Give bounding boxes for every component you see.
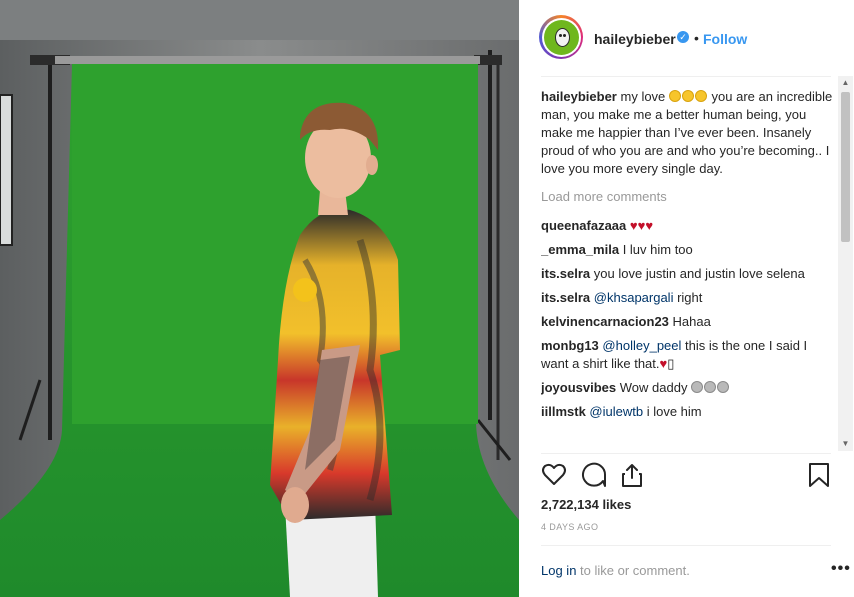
smiling-face-icon bbox=[668, 90, 681, 102]
comments-scrollbar[interactable]: ▲ ▼ bbox=[838, 76, 853, 451]
comment-item: monbg13 @holley_peel this is the one I s… bbox=[541, 337, 836, 373]
bookmark-icon[interactable] bbox=[807, 462, 831, 488]
smiling-face-icon bbox=[681, 90, 694, 102]
post-timestamp[interactable]: 4 DAYS AGO bbox=[541, 522, 598, 532]
comment-text: right bbox=[677, 290, 703, 305]
avatar-frame bbox=[541, 17, 581, 57]
cat-face-icon bbox=[704, 381, 717, 393]
comment-text: i love him bbox=[646, 404, 702, 419]
footer-divider bbox=[541, 545, 831, 546]
scroll-up-arrow-icon[interactable]: ▲ bbox=[838, 76, 853, 90]
likes-count[interactable]: 2,722,134 likes bbox=[541, 497, 631, 512]
comment-item: its.selra @khsapargali right bbox=[541, 289, 836, 307]
comment-item: iillmstk @iulewtb i love him bbox=[541, 403, 836, 421]
comment-username[interactable]: monbg13 bbox=[541, 338, 599, 353]
avatar-eye bbox=[558, 33, 562, 37]
caption: haileybieber my love you are an incredib… bbox=[541, 88, 836, 178]
cat-face-icon bbox=[717, 381, 730, 393]
comment-mention-link[interactable]: @holley_peel bbox=[602, 338, 681, 353]
post-photo[interactable] bbox=[0, 0, 519, 597]
comment-username[interactable]: kelvinencarnacion23 bbox=[541, 314, 669, 329]
share-icon[interactable] bbox=[619, 462, 645, 488]
comment-username[interactable]: queenafazaaa bbox=[541, 218, 626, 233]
scroll-down-arrow-icon[interactable]: ▼ bbox=[838, 437, 853, 451]
comment-text: you love justin and justin love selena bbox=[593, 266, 805, 281]
comment-item: kelvinencarnacion23 Hahaa bbox=[541, 313, 836, 331]
header-divider bbox=[541, 76, 831, 77]
comment-item: _emma_mila I luv him too bbox=[541, 241, 836, 259]
follow-button[interactable]: Follow bbox=[703, 31, 747, 47]
comment-icon[interactable] bbox=[581, 462, 607, 488]
unrendered-glyph: ▯ bbox=[667, 356, 675, 371]
heart-emoji: ♥♥♥ bbox=[629, 218, 654, 233]
smiling-face-icon bbox=[694, 90, 707, 102]
comment-username[interactable]: _emma_mila bbox=[541, 242, 619, 257]
post-side-panel: haileybieber ✓ • Follow haileybieber my … bbox=[519, 0, 854, 597]
comment-item: queenafazaaa ♥♥♥ bbox=[541, 217, 836, 235]
action-bar bbox=[541, 462, 831, 492]
comment-username[interactable]: iillmstk bbox=[541, 404, 586, 419]
post-header: haileybieber ✓ • Follow bbox=[519, 0, 854, 76]
actions-divider bbox=[541, 453, 831, 454]
comment-mention-link[interactable]: @khsapargali bbox=[594, 290, 674, 305]
login-prompt: Log in to like or comment. ••• bbox=[541, 560, 850, 578]
comment-username[interactable]: its.selra bbox=[541, 290, 590, 305]
cat-face-icon bbox=[691, 381, 704, 393]
post-image bbox=[0, 0, 519, 597]
header-username[interactable]: haileybieber bbox=[594, 31, 676, 47]
avatar[interactable] bbox=[543, 19, 579, 55]
more-options-button[interactable]: ••• bbox=[831, 560, 851, 578]
comment-username[interactable]: joyousvibes bbox=[541, 380, 616, 395]
caption-text-start: my love bbox=[620, 89, 666, 104]
comment-mention-link[interactable]: @iulewtb bbox=[589, 404, 643, 419]
avatar-cartoon-face bbox=[554, 27, 570, 47]
comment-item: joyousvibes Wow daddy bbox=[541, 379, 836, 397]
caption-username[interactable]: haileybieber bbox=[541, 89, 617, 104]
comment-text: Wow daddy bbox=[619, 380, 688, 395]
header-separator: • bbox=[694, 30, 699, 46]
comment-username[interactable]: its.selra bbox=[541, 266, 590, 281]
scrollbar-thumb[interactable] bbox=[841, 92, 850, 242]
comment-text: I luv him too bbox=[622, 242, 693, 257]
story-ring[interactable] bbox=[539, 15, 583, 59]
heart-icon[interactable] bbox=[541, 462, 567, 488]
avatar-eye bbox=[562, 33, 566, 37]
login-link[interactable]: Log in bbox=[541, 563, 576, 578]
comment-item: its.selra you love justin and justin lov… bbox=[541, 265, 836, 283]
login-prompt-text: to like or comment. bbox=[580, 563, 690, 578]
comments-list[interactable]: haileybieber my love you are an incredib… bbox=[541, 88, 836, 453]
comment-text: Hahaa bbox=[672, 314, 711, 329]
load-more-comments-button[interactable]: Load more comments bbox=[541, 188, 836, 206]
verified-badge-icon: ✓ bbox=[677, 31, 689, 43]
